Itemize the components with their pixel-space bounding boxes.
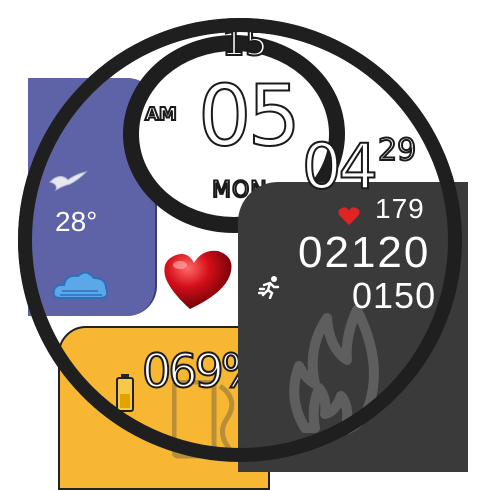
second-digits: 29 [377, 133, 417, 168]
steps-value: 02120 [298, 228, 431, 277]
heart-rate-value: 179 [375, 193, 425, 224]
run-icon [258, 276, 280, 299]
temperature: 28° [55, 206, 98, 237]
heart-icon[interactable] [160, 245, 236, 313]
date-day: 15 [221, 23, 269, 64]
calories-value: 0150 [352, 275, 437, 316]
cloud-icon [52, 271, 109, 299]
bird-icon [49, 171, 88, 192]
heart-rate-icon [338, 207, 360, 225]
am-pm-indicator: AM [144, 103, 178, 126]
battery-icon [116, 374, 134, 412]
minute-digits[interactable]: 04 [301, 135, 379, 199]
hour-digits[interactable]: 05 [197, 73, 302, 159]
